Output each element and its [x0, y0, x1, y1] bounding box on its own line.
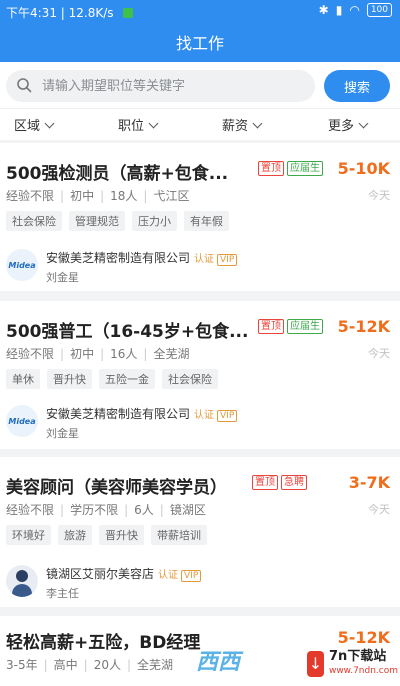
chevron-down-icon [148, 118, 159, 129]
chevron-down-icon [44, 118, 55, 129]
status-time: 下午4:31 [6, 6, 57, 20]
battery-icon: 100 [366, 3, 392, 17]
job-date: 今天 [368, 503, 390, 516]
job-date: 今天 [368, 189, 390, 202]
job-tag: 旅游 [58, 525, 92, 545]
certified-badge: 认证 [158, 570, 179, 581]
filter-position[interactable]: 职位 [118, 115, 159, 134]
filter-more[interactable]: 更多 [328, 115, 369, 134]
job-meta: 经验不限 | 学历不限 | 6人 | 镜湖区 [6, 503, 206, 517]
bluetooth-icon: ✱ [318, 3, 329, 17]
job-title: 500强检测员（高薪+包食... [6, 164, 229, 184]
job-tag: 五险一金 [99, 369, 155, 389]
job-meta: 经验不限 | 初中 | 18人 | 弋江区 [6, 189, 190, 203]
job-tag: 有年假 [184, 211, 229, 231]
avatar [6, 565, 38, 597]
graduate-badge: 应届生 [287, 161, 323, 176]
download-icon: ↓ [307, 651, 324, 677]
watermark-site-name: 7n下载站 [328, 649, 387, 664]
watermark: 西西 ↓ 7n下载站 www.7ndn.com [196, 640, 400, 686]
watermark-site-url: www.7ndn.com [328, 666, 398, 676]
company-name: 安徽美芝精密制造有限公司 [46, 407, 191, 421]
job-card[interactable]: 500强普工（16-45岁+包食... 置顶 应届生 5-12K 经验不限 | 初中… [0, 301, 400, 449]
search-bar: 搜索 [0, 62, 400, 108]
certified-badge: 认证 [194, 410, 215, 421]
job-meta: 经验不限 | 初中 | 16人 | 全芜湖 [6, 347, 190, 361]
job-tags: 环境好 旅游 晋升快 带薪培训 [6, 525, 207, 545]
contact-name: 李主任 [46, 587, 79, 600]
job-title: 轻松高薪+五险，BD经理 [6, 633, 201, 653]
filter-salary[interactable]: 薪资 [222, 115, 263, 134]
contact-name: 刘金星 [46, 427, 79, 440]
status-network-speed: 12.8K/s [68, 6, 114, 20]
vip-badge: VIP [217, 410, 238, 422]
job-tags: 单休 晋升快 五险一金 社会保险 [6, 369, 218, 389]
company-info[interactable]: Midea 安徽美芝精密制造有限公司 认证 VIP 刘金星 [6, 249, 238, 285]
job-tag: 带薪培训 [151, 525, 207, 545]
job-salary: 5-12K [337, 317, 390, 336]
job-tag: 社会保险 [162, 369, 218, 389]
search-icon [17, 78, 32, 93]
vip-badge: VIP [217, 254, 238, 266]
top-badge: 置顶 [252, 475, 278, 490]
job-title: 美容顾问（美容师美容学员） [6, 478, 227, 498]
search-button[interactable]: 搜索 [324, 70, 390, 102]
search-box[interactable] [6, 70, 315, 102]
notification-icon [123, 8, 134, 18]
job-title: 500强普工（16-45岁+包食... [6, 322, 249, 342]
job-salary: 3-7K [348, 473, 390, 492]
job-tag: 社会保险 [6, 211, 62, 231]
urgent-badge: 急聘 [281, 475, 307, 490]
job-meta: 3-5年 | 高中 | 20人 | 全芜湖 [6, 658, 174, 672]
company-name: 镜湖区艾丽尔美容店 [46, 567, 155, 581]
company-logo: Midea [6, 405, 38, 437]
job-date: 今天 [368, 347, 390, 360]
company-info[interactable]: 镜湖区艾丽尔美容店 认证 VIP 李主任 [6, 565, 202, 601]
certified-badge: 认证 [194, 254, 215, 265]
chevron-down-icon [358, 118, 369, 129]
contact-name: 刘金星 [46, 271, 79, 284]
wifi-icon: ◠ [349, 3, 360, 17]
job-tag: 管理规范 [69, 211, 125, 231]
watermark-text: 西西 [196, 650, 241, 675]
company-logo: Midea [6, 249, 38, 281]
graduate-badge: 应届生 [287, 319, 323, 334]
signal-icon: ▮ [335, 3, 343, 17]
filter-region[interactable]: 区域 [14, 115, 55, 134]
top-badge: 置顶 [258, 319, 284, 334]
job-tag: 单休 [6, 369, 40, 389]
job-tags: 社会保险 管理规范 压力小 有年假 [6, 211, 229, 231]
status-bar: 下午4:31 | 12.8K/s ✱ ▮ ◠ 100 [0, 0, 400, 22]
filter-bar: 区域 职位 薪资 更多 [0, 108, 400, 140]
page-title: 找工作 [175, 34, 224, 53]
search-input[interactable] [42, 76, 307, 96]
vip-badge: VIP [181, 570, 202, 582]
company-name: 安徽美芝精密制造有限公司 [46, 251, 191, 265]
top-badge: 置顶 [258, 161, 284, 176]
job-salary: 5-10K [337, 159, 390, 178]
job-card[interactable]: 美容顾问（美容师美容学员） 置顶 急聘 3-7K 经验不限 | 学历不限 | 6人 | 镜湖… [0, 457, 400, 607]
job-tag: 压力小 [132, 211, 177, 231]
job-tag: 环境好 [6, 525, 51, 545]
job-card[interactable]: 500强检测员（高薪+包食... 置顶 应届生 5-10K 经验不限 | 初中 | 18… [0, 143, 400, 291]
chevron-down-icon [252, 118, 263, 129]
job-tag: 晋升快 [47, 369, 92, 389]
app-header: 下午4:31 | 12.8K/s ✱ ▮ ◠ 100 找工作 [0, 0, 400, 62]
company-info[interactable]: Midea 安徽美芝精密制造有限公司 认证 VIP 刘金星 [6, 405, 238, 441]
job-tag: 晋升快 [99, 525, 144, 545]
